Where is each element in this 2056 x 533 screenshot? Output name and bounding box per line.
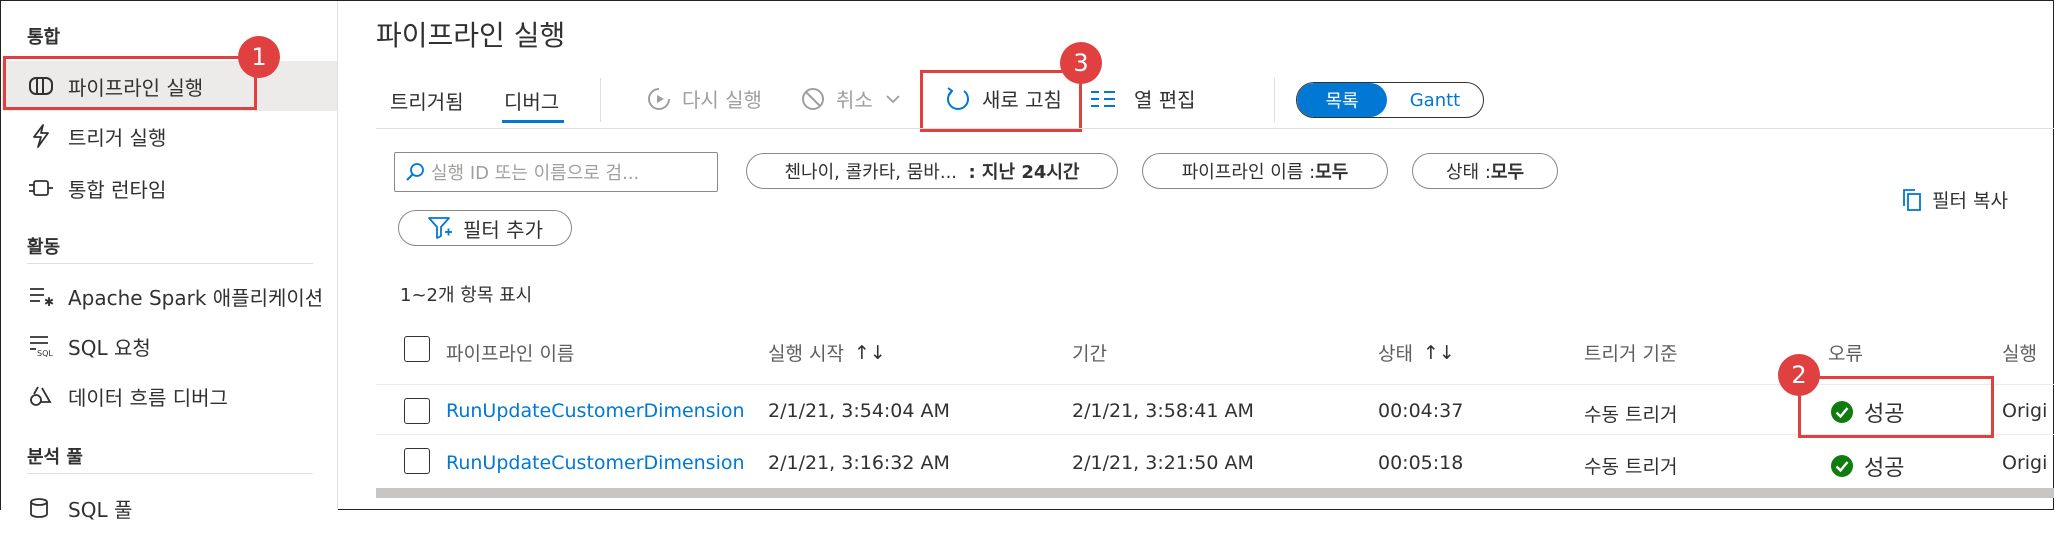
sidebar-item-spark-apps[interactable]: ✱ Apache Spark 애플리케이션 (2, 271, 337, 321)
spark-list-icon: ✱ (26, 281, 56, 311)
svg-text:✱: ✱ (44, 295, 54, 307)
section-analytics-pools: 분석 풀 (27, 447, 83, 468)
pipeline-name-link[interactable]: RunUpdateCustomerDimension (446, 400, 745, 422)
callout-box-1 (3, 56, 257, 110)
sidebar-item-label: SQL 풀 (68, 497, 133, 522)
toolbar-divider (600, 78, 601, 122)
runtime-icon (26, 173, 56, 203)
filter-time-range[interactable]: 첸나이, 콜카타, 뭄바... : 지난 24시간 (746, 153, 1118, 189)
horizontal-scrollbar[interactable] (376, 488, 2054, 498)
column-header-error[interactable]: 오류 (1828, 339, 1863, 366)
column-header-status[interactable]: 상태 ↑↓ (1378, 339, 1455, 366)
sidebar-item-label: SQL 요청 (68, 335, 151, 360)
dataflow-icon (26, 381, 56, 411)
callout-badge-2: 2 (1778, 354, 1820, 396)
run-start: 2/1/21, 3:54:04 AM (768, 400, 950, 422)
tab-debug[interactable]: 디버그 (504, 86, 559, 115)
sidebar-item-sql-requests[interactable]: SQL SQL 요청 (2, 321, 337, 371)
column-header-run-start[interactable]: 실행 시작 ↑↓ (768, 339, 886, 366)
success-check-icon (1831, 455, 1853, 477)
trigger-icon (26, 121, 56, 151)
filter-pipeline-name[interactable]: 파이프라인 이름 : 모두 (1142, 153, 1388, 189)
section-divider (27, 263, 313, 264)
sidebar-item-label: Apache Spark 애플리케이션 (68, 285, 324, 310)
add-filter-button[interactable]: 필터 추가 (398, 210, 572, 246)
triggered-by: 수동 트리거 (1584, 456, 1678, 478)
columns-icon (1091, 90, 1115, 107)
duration: 00:05:18 (1378, 452, 1464, 474)
sidebar-item-label: 데이터 흐름 디버그 (68, 385, 228, 410)
run-origin: Origi (2002, 452, 2048, 474)
callout-box-3 (920, 70, 1082, 132)
chevron-down-icon (886, 94, 900, 103)
column-header-run[interactable]: 실행 (2002, 339, 2037, 366)
section-divider (27, 473, 313, 474)
duration: 00:04:37 (1378, 400, 1464, 422)
section-integration: 통합 (27, 27, 61, 48)
callout-box-2 (1798, 376, 1994, 438)
sort-icon: ↑↓ (1422, 341, 1455, 364)
run-end: 2/1/21, 3:21:50 AM (1072, 452, 1254, 474)
tab-triggered[interactable]: 트리거됨 (390, 86, 464, 115)
section-activities: 활동 (27, 237, 61, 258)
sidebar-item-trigger-runs[interactable]: 트리거 실행 (2, 111, 337, 161)
tab-active-indicator (502, 120, 564, 123)
sql-icon: SQL (26, 331, 56, 361)
filter-status[interactable]: 상태 : 모두 (1412, 153, 1558, 189)
copy-icon (1903, 188, 1921, 211)
rerun-button[interactable]: 다시 실행 (646, 84, 762, 113)
run-end: 2/1/21, 3:58:41 AM (1072, 400, 1254, 422)
svg-text:SQL: SQL (37, 349, 53, 358)
run-origin: Origi (2002, 400, 2048, 422)
view-toggle[interactable]: 목록 Gantt (1296, 82, 1484, 118)
callout-badge-3: 3 (1060, 42, 1102, 84)
select-all-checkbox[interactable] (404, 336, 430, 362)
row-checkbox[interactable] (404, 398, 430, 424)
column-header-triggered-by[interactable]: 트리거 기준 (1584, 339, 1677, 366)
edit-columns-button[interactable]: 열 편집 (1090, 84, 1196, 113)
column-header-duration[interactable]: 기간 (1072, 339, 1107, 366)
sidebar-item-label: 통합 런타임 (68, 177, 167, 202)
toolbar-bottom-divider (376, 128, 2054, 129)
sql-pool-icon (26, 493, 56, 523)
toolbar-divider (1274, 78, 1275, 122)
run-start: 2/1/21, 3:16:32 AM (768, 452, 950, 474)
status-badge: 성공 (1830, 450, 1904, 482)
cancel-button[interactable]: 취소 (800, 84, 911, 113)
filter-add-icon (428, 217, 453, 239)
cancel-icon (802, 87, 824, 110)
sidebar-item-dataflow-debug[interactable]: 데이터 흐름 디버그 (2, 371, 337, 421)
result-count: 1~2개 항목 표시 (400, 285, 533, 306)
copy-filter-button[interactable]: 필터 복사 (1902, 186, 2008, 213)
search-input[interactable]: 실행 ID 또는 이름으로 검... (394, 152, 718, 192)
view-gantt-option[interactable]: Gantt (1387, 83, 1483, 117)
sidebar-item-integration-runtime[interactable]: 통합 런타임 (2, 163, 337, 213)
sort-icon: ↑↓ (853, 341, 886, 364)
row-checkbox[interactable] (404, 448, 430, 474)
sidebar-item-label: 트리거 실행 (68, 125, 167, 150)
view-list-option[interactable]: 목록 (1297, 83, 1387, 117)
pipeline-name-link[interactable]: RunUpdateCustomerDimension (446, 452, 745, 474)
sidebar-item-sql-pools[interactable]: SQL 풀 (2, 483, 337, 533)
column-header-pipeline-name[interactable]: 파이프라인 이름 (446, 339, 574, 366)
rerun-icon (648, 87, 670, 110)
callout-badge-1: 1 (238, 36, 280, 78)
page-title: 파이프라인 실행 (376, 19, 566, 52)
search-icon (406, 163, 424, 181)
triggered-by: 수동 트리거 (1584, 404, 1678, 426)
